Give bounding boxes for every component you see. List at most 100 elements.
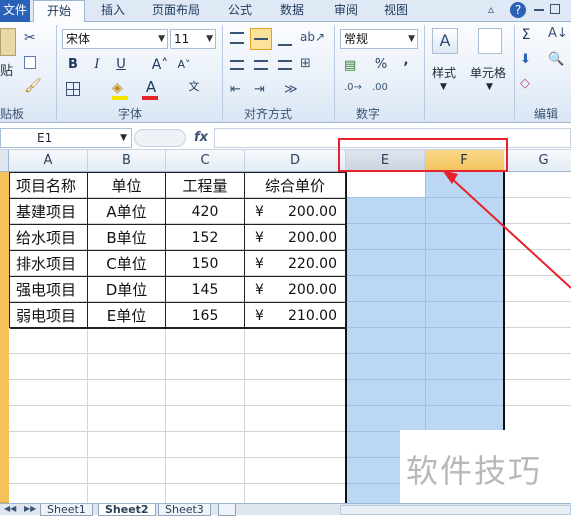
phonetic-button[interactable]: 文: [184, 78, 204, 98]
next-sheet-icon[interactable]: ▶▶: [24, 504, 36, 513]
window-restore-icon[interactable]: [550, 4, 560, 14]
align-middle-button[interactable]: [250, 28, 272, 50]
row-header-strip[interactable]: [0, 172, 9, 503]
cells-button-label[interactable]: 单元格: [470, 64, 506, 81]
table-cell[interactable]: 弱电项目: [10, 303, 88, 329]
increase-indent-icon[interactable]: ⇥: [254, 82, 265, 97]
table-cell[interactable]: ¥210.00: [245, 303, 346, 329]
cells-icon[interactable]: [478, 28, 502, 54]
column-header-d[interactable]: D: [245, 150, 346, 172]
name-box[interactable]: E1 ▼: [0, 128, 132, 148]
font-size-select[interactable]: 11 ▼: [170, 29, 216, 49]
styles-icon[interactable]: A: [432, 28, 458, 54]
table-cell[interactable]: 基建项目: [10, 199, 88, 225]
orientation-icon[interactable]: ab↗: [300, 30, 325, 44]
bold-button[interactable]: B: [64, 56, 82, 76]
table-cell[interactable]: ¥200.00: [245, 225, 346, 251]
tab-page-layout[interactable]: 页面布局: [146, 0, 206, 22]
header-cell[interactable]: 综合单价: [245, 173, 346, 199]
group-label-editing: 编辑: [534, 107, 559, 121]
font-color-button[interactable]: A: [142, 78, 160, 98]
tab-home[interactable]: 开始: [33, 0, 85, 23]
sheet-tab-1[interactable]: Sheet1: [40, 504, 93, 516]
table-cell[interactable]: A单位: [88, 199, 166, 225]
increase-decimal-icon[interactable]: .0→: [344, 82, 362, 93]
insert-sheet-icon[interactable]: [218, 504, 236, 516]
paste-icon[interactable]: [0, 28, 16, 56]
align-left-icon[interactable]: [230, 60, 244, 70]
styles-button-label[interactable]: 样式: [432, 64, 456, 81]
formula-input[interactable]: [214, 128, 571, 148]
fill-color-icon[interactable]: ◈: [112, 80, 123, 96]
italic-button[interactable]: I: [88, 56, 106, 76]
header-cell[interactable]: 工程量: [166, 173, 245, 199]
table-cell[interactable]: 给水项目: [10, 225, 88, 251]
align-top-icon[interactable]: [230, 32, 244, 44]
currency-icon[interactable]: ▤: [344, 58, 356, 73]
number-format-select[interactable]: 常规 ▼: [340, 29, 418, 49]
merge-center-icon[interactable]: ⊞: [300, 56, 311, 71]
align-bottom-icon[interactable]: [278, 36, 292, 46]
borders-icon[interactable]: [66, 82, 80, 96]
tab-file[interactable]: 文件: [0, 0, 30, 22]
table-cell[interactable]: 145: [166, 277, 245, 303]
price-value: 200.00: [288, 204, 337, 220]
column-header-c[interactable]: C: [166, 150, 245, 172]
tab-review[interactable]: 审阅: [328, 0, 364, 22]
tab-insert[interactable]: 插入: [96, 0, 130, 22]
clear-icon[interactable]: ◇: [520, 76, 530, 91]
table-cell[interactable]: B单位: [88, 225, 166, 251]
decrease-decimal-icon[interactable]: .00: [372, 82, 388, 93]
table-cell[interactable]: D单位: [88, 277, 166, 303]
table-cell[interactable]: ¥200.00: [245, 199, 346, 225]
find-select-icon[interactable]: 🔍: [548, 52, 564, 67]
tab-view[interactable]: 视图: [378, 0, 414, 22]
paste-button-label[interactable]: 贴: [0, 60, 13, 79]
table-cell[interactable]: 165: [166, 303, 245, 329]
autosum-button[interactable]: Σ: [518, 26, 534, 46]
help-icon[interactable]: ?: [510, 2, 526, 18]
align-center-icon[interactable]: [254, 60, 268, 70]
table-cell[interactable]: ¥200.00: [245, 277, 346, 303]
table-cell[interactable]: 排水项目: [10, 251, 88, 277]
sheet-tab-2-active[interactable]: Sheet2: [98, 504, 156, 516]
ribbon-tab-strip: 文件 开始 插入 页面布局 公式 数据 审阅 视图 ▵ ?: [0, 0, 571, 23]
column-header-a[interactable]: A: [9, 150, 88, 172]
column-header-e[interactable]: E: [346, 150, 425, 172]
format-painter-icon[interactable]: 🖌: [24, 78, 42, 94]
header-cell[interactable]: 项目名称: [10, 173, 88, 199]
window-minimize-icon[interactable]: [534, 9, 544, 19]
ribbon-minimize-icon[interactable]: ▵: [488, 2, 494, 16]
underline-button[interactable]: U: [112, 56, 130, 76]
sheet-tab-3[interactable]: Sheet3: [158, 504, 211, 516]
column-header-g[interactable]: G: [504, 150, 571, 172]
table-cell[interactable]: 420: [166, 199, 245, 225]
align-right-icon[interactable]: [278, 60, 292, 70]
tab-formulas[interactable]: 公式: [222, 0, 258, 22]
decrease-indent-icon[interactable]: ⇤: [230, 82, 241, 97]
column-header-f[interactable]: F: [425, 150, 504, 172]
select-all-corner[interactable]: [0, 150, 9, 172]
comma-button[interactable]: ,: [398, 52, 414, 72]
column-header-b[interactable]: B: [88, 150, 166, 172]
table-cell[interactable]: ¥220.00: [245, 251, 346, 277]
table-cell[interactable]: C单位: [88, 251, 166, 277]
table-cell[interactable]: E单位: [88, 303, 166, 329]
first-sheet-icon[interactable]: ◀◀: [4, 504, 16, 513]
header-cell[interactable]: 单位: [88, 173, 166, 199]
sort-filter-icon[interactable]: A↓: [548, 26, 568, 41]
decrease-font-icon[interactable]: A˅: [174, 56, 194, 76]
percent-button[interactable]: %: [372, 56, 390, 76]
insert-function-button[interactable]: fx: [194, 130, 208, 145]
cut-icon[interactable]: ✂: [24, 30, 36, 46]
tab-data[interactable]: 数据: [272, 0, 312, 22]
increase-font-icon[interactable]: A˄: [150, 56, 170, 76]
table-cell[interactable]: 152: [166, 225, 245, 251]
horizontal-scrollbar[interactable]: [340, 505, 571, 515]
table-cell[interactable]: 强电项目: [10, 277, 88, 303]
wrap-text-icon[interactable]: ≫: [284, 82, 298, 97]
table-cell[interactable]: 150: [166, 251, 245, 277]
fill-icon[interactable]: ⬇: [520, 52, 531, 67]
copy-icon[interactable]: [24, 56, 36, 69]
font-name-select[interactable]: 宋体 ▼: [62, 29, 168, 49]
